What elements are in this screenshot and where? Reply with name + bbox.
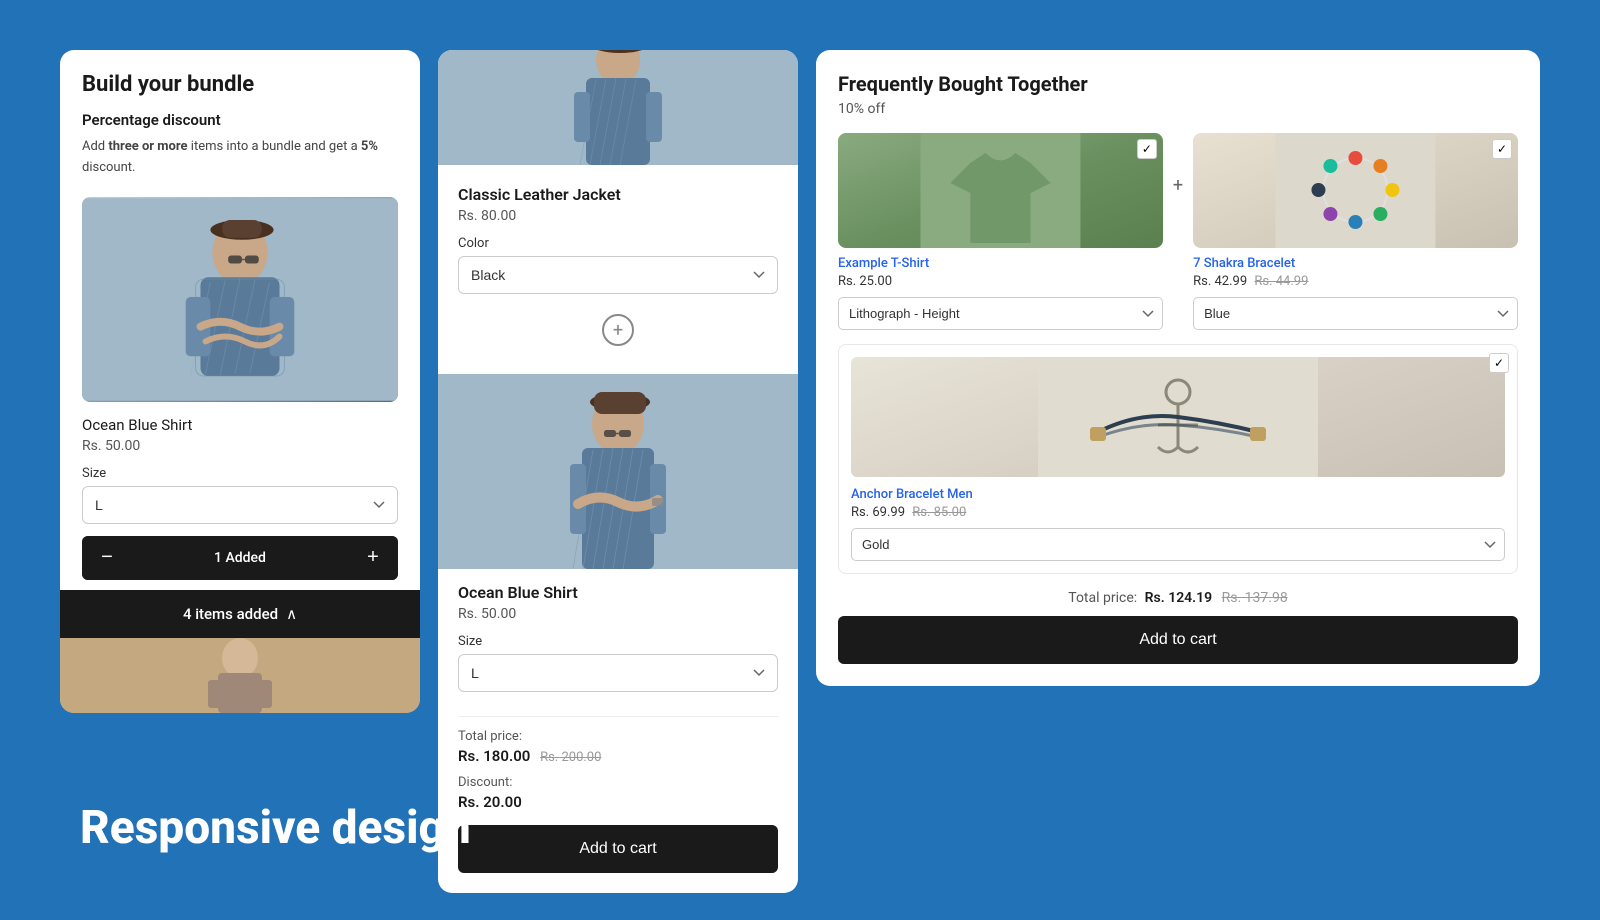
middle-product2-price: Rs. 50.00 [458, 606, 778, 622]
divider1 [458, 716, 778, 717]
product1-price: Rs. 50.00 [82, 438, 398, 454]
size-select-left[interactable]: LXSSMXL [82, 486, 398, 524]
size-select-middle2[interactable]: LXSSMXL [458, 654, 778, 692]
middle-top-image [438, 50, 798, 165]
fbt-item3-price: Rs. 69.99 Rs. 85.00 [851, 505, 1505, 520]
fbt-anchor-bracelet-svg [851, 357, 1505, 477]
fbt-item3-price-original: Rs. 85.00 [912, 505, 966, 520]
responsive-design-label: Responsive design [80, 801, 471, 855]
fbt-item3-variant-select[interactable]: Gold [851, 528, 1505, 561]
left-card-content: Build your bundle Percentage discount Ad… [60, 50, 420, 580]
middle-card-inner: Classic Leather Jacket Rs. 80.00 Color B… [438, 165, 798, 374]
fbt-item1-price: Rs. 25.00 [838, 274, 1163, 289]
middle-product2-svg [438, 374, 798, 569]
plus-separator-circle[interactable]: + [602, 314, 634, 346]
fbt-item3-name: Anchor Bracelet Men [851, 487, 1505, 502]
right-card: Frequently Bought Together 10% off ✓ Exa… [816, 50, 1540, 686]
fbt-item2-checkbox[interactable]: ✓ [1492, 139, 1512, 159]
middle-size-label: Size [458, 634, 778, 649]
qty-minus-btn[interactable]: − [82, 536, 132, 580]
fbt-bracelet-svg [1193, 133, 1518, 248]
middle-total-price: Rs. 180.00 Rs. 200.00 [458, 747, 778, 765]
page-container: Build your bundle Percentage discount Ad… [30, 20, 1570, 920]
discount-section-label: Percentage discount [82, 111, 398, 129]
product2-preview-svg [60, 638, 420, 713]
items-added-bar[interactable]: 4 items added ∧ [60, 590, 420, 638]
color-select-middle[interactable]: BlackBrownNavyWhite [458, 256, 778, 294]
fbt-item2-price: Rs. 42.99 Rs. 44.99 [1193, 274, 1518, 289]
items-added-chevron: ∧ [286, 605, 297, 623]
fbt-item3-image [851, 357, 1505, 477]
fbt-item2-price-original: Rs. 44.99 [1254, 274, 1308, 289]
fbt-tshirt-svg [838, 133, 1163, 248]
middle-product2-details: Ocean Blue Shirt Rs. 50.00 Size LXSSMXL … [438, 583, 798, 893]
fbt-item2-image: ✓ [1193, 133, 1518, 248]
middle-card: Classic Leather Jacket Rs. 80.00 Color B… [438, 50, 798, 893]
fbt-item2-variant-select[interactable]: Blue [1193, 297, 1518, 330]
fbt-title: Frequently Bought Together [838, 72, 1518, 96]
fbt-item1: ✓ Example T-Shirt Rs. 25.00 Lithograph -… [838, 133, 1163, 330]
fbt-item2: ✓ 7 Shakra Bracelet Rs. 42.99 Rs. 44.99 … [1193, 133, 1518, 330]
middle-color-label: Color [458, 236, 778, 251]
product1-name: Ocean Blue Shirt [82, 416, 398, 434]
middle-discount-value: Rs. 20.00 [458, 793, 778, 811]
qty-stepper: − 1 Added + [82, 536, 398, 580]
fbt-item1-image: ✓ [838, 133, 1163, 248]
fbt-discount-badge: 10% off [838, 101, 1518, 117]
middle-product1-price: Rs. 80.00 [458, 208, 778, 224]
qty-value: 1 Added [132, 550, 348, 566]
middle-discount-label: Discount: [458, 775, 778, 790]
middle-total-original: Rs. 200.00 [540, 750, 601, 765]
middle-top-svg [438, 50, 798, 165]
product1-image [82, 197, 398, 402]
discount-description: Add three or more items into a bundle an… [82, 137, 398, 179]
fbt-item3-checkbox[interactable]: ✓ [1489, 353, 1509, 373]
fbt-item1-variant-select[interactable]: Lithograph - Height [838, 297, 1163, 330]
fbt-total-original: Rs. 137.98 [1222, 590, 1288, 606]
fbt-item3: ✓ Anchor Bracelet Men [838, 344, 1518, 574]
qty-plus-btn[interactable]: + [348, 536, 398, 580]
size-label-left: Size [82, 466, 398, 481]
fbt-plus-separator: + [1173, 133, 1183, 196]
build-bundle-title: Build your bundle [82, 72, 398, 97]
middle-product2-image [438, 374, 798, 569]
fbt-total-amount: Rs. 124.19 [1145, 590, 1213, 606]
middle-product2-name: Ocean Blue Shirt [458, 583, 778, 602]
right-add-to-cart-btn[interactable]: Add to cart [838, 616, 1518, 664]
middle-product1-name: Classic Leather Jacket [458, 185, 778, 204]
fbt-item2-name: 7 Shakra Bracelet [1193, 256, 1518, 271]
product2-preview-image [60, 638, 420, 713]
items-added-text: 4 items added [183, 605, 278, 623]
fbt-top-row: ✓ Example T-Shirt Rs. 25.00 Lithograph -… [838, 133, 1518, 330]
product1-image-svg [82, 197, 398, 402]
fbt-total-row: Total price: Rs. 124.19 Rs. 137.98 [838, 590, 1518, 606]
left-card: Build your bundle Percentage discount Ad… [60, 50, 420, 713]
fbt-item1-name: Example T-Shirt [838, 256, 1163, 271]
middle-total-label: Total price: [458, 729, 778, 744]
middle-add-to-cart-btn[interactable]: Add to cart [458, 825, 778, 873]
fbt-item1-checkbox[interactable]: ✓ [1137, 139, 1157, 159]
